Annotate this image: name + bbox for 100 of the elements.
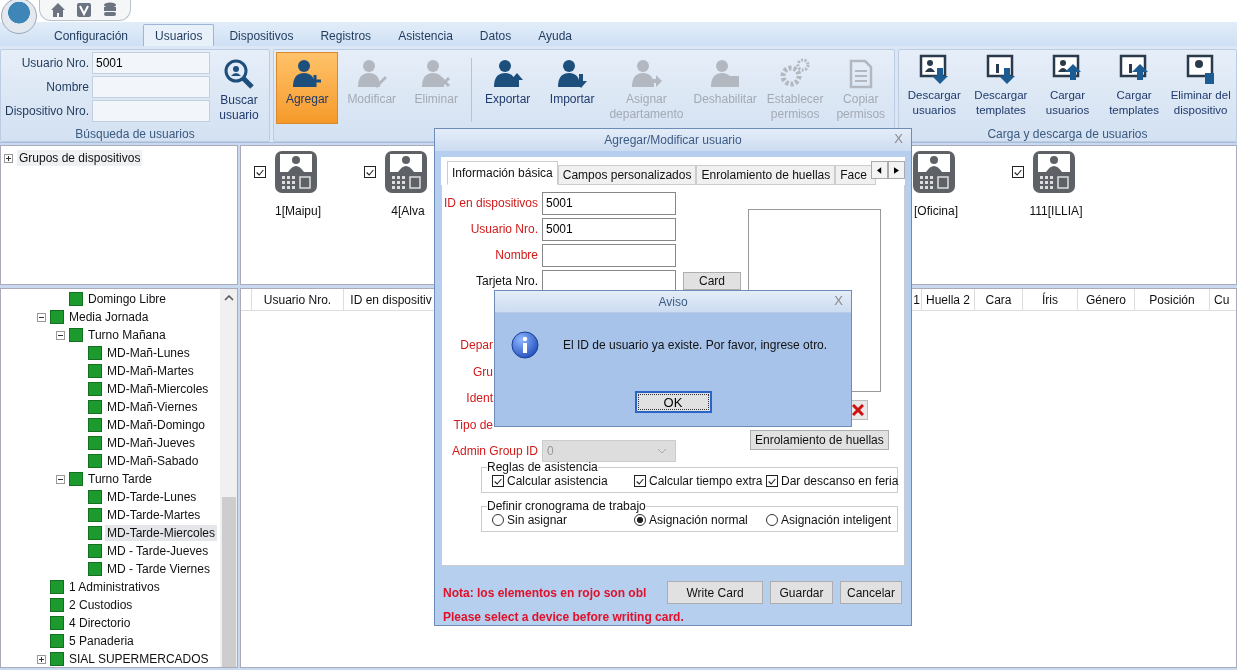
terminal-device-icon[interactable]: [912, 150, 956, 194]
column-header[interactable]: Cu: [1209, 289, 1236, 310]
checkbox[interactable]: [766, 475, 778, 487]
tree-item[interactable]: MD - Tarde Viernes: [105, 561, 212, 577]
dialog-title: Aviso: [658, 294, 688, 309]
terminal-device-icon[interactable]: [274, 150, 318, 194]
tree-item[interactable]: Turno Mañana: [86, 327, 168, 343]
column-header[interactable]: Cara: [974, 289, 1022, 310]
toolbar-button[interactable]: Exportar: [476, 52, 539, 124]
dialog-button[interactable]: Write Card: [667, 581, 763, 604]
tree-item[interactable]: Grupos de dispositivos: [17, 150, 143, 166]
search-field[interactable]: [92, 76, 210, 98]
scroll-left-button[interactable]: [871, 161, 888, 179]
tab[interactable]: Face: [835, 165, 877, 185]
search-field[interactable]: [92, 100, 210, 122]
column-header[interactable]: Género: [1077, 289, 1134, 310]
radio-button[interactable]: [634, 514, 646, 526]
dialog-button[interactable]: Guardar: [770, 581, 833, 604]
tree-item[interactable]: MD-Mañ-Miercoles: [105, 381, 211, 397]
text-field[interactable]: [542, 269, 676, 293]
card-button[interactable]: Card: [683, 272, 741, 290]
tree-item[interactable]: MD-Mañ-Martes: [105, 363, 196, 379]
tree-item[interactable]: MD-Mañ-Jueves: [105, 435, 198, 451]
collapse-toggle[interactable]: [36, 311, 47, 323]
collapse-toggle[interactable]: [55, 473, 66, 485]
tree-item[interactable]: MD-Mañ-Sabado: [105, 453, 201, 469]
department-icon: [88, 526, 102, 540]
dialog-button[interactable]: Cancelar: [840, 581, 902, 604]
checkbox[interactable]: [254, 166, 266, 178]
fingerprint-enrollment-button[interactable]: Enrolamiento de huellas: [750, 430, 889, 450]
text-field[interactable]: 5001: [542, 217, 676, 241]
toolbar-button[interactable]: Eliminar del dispositivo: [1167, 52, 1234, 124]
menu-tab[interactable]: Dispositivos: [217, 24, 306, 46]
toolbar-button[interactable]: Agregar: [276, 52, 339, 124]
tree-item[interactable]: 4 Directorio: [67, 615, 133, 631]
tree-item[interactable]: MD-Tarde-Miercoles: [105, 525, 218, 541]
menu-tab[interactable]: Registros: [308, 24, 384, 46]
gears-icon: [779, 57, 812, 89]
field-label: Nombre: [45, 80, 89, 94]
checkbox[interactable]: [634, 475, 646, 487]
tab[interactable]: Enrolamiento de huellas: [696, 165, 836, 185]
department-icon: [88, 490, 102, 504]
ok-button[interactable]: OK: [634, 391, 712, 413]
search-field[interactable]: 5001: [92, 52, 210, 74]
tab[interactable]: Información básica: [447, 161, 558, 185]
tree-item[interactable]: Domingo Libre: [86, 291, 169, 307]
text-field[interactable]: [542, 243, 676, 267]
checkbox[interactable]: [492, 475, 504, 487]
user-down-arrow-icon: [556, 57, 589, 89]
expand-toggle[interactable]: [36, 653, 47, 665]
tree-item[interactable]: MD - Tarde-Jueves: [105, 543, 211, 559]
radio-button[interactable]: [492, 514, 504, 526]
toolbar-button[interactable]: Descargar usuarios: [901, 52, 968, 124]
menu-tab[interactable]: Ayuda: [526, 24, 584, 46]
expand-toggle[interactable]: [3, 152, 14, 164]
toolbar-button[interactable]: Cargar templates: [1100, 52, 1168, 124]
database-icon[interactable]: [102, 2, 118, 18]
tree-item[interactable]: MD-Tarde-Martes: [105, 507, 203, 523]
tree-item[interactable]: 1 Administrativos: [67, 579, 162, 595]
group-title: Búsqueda de usuarios: [74, 127, 196, 141]
menu-tab[interactable]: Asistencia: [386, 24, 465, 46]
menu-tab[interactable]: Datos: [467, 24, 524, 46]
department-icon: [88, 346, 102, 360]
toolbar-button[interactable]: Importar: [540, 52, 604, 124]
tree-item[interactable]: SIAL SUPERMERCADOS: [67, 651, 211, 667]
toolbar-button[interactable]: Cargar usuarios: [1034, 52, 1101, 124]
scrollbar[interactable]: [220, 289, 237, 667]
department-icon: [50, 598, 64, 612]
terminal-device-icon[interactable]: [1032, 150, 1076, 194]
column-header[interactable]: Usuario Nro.: [251, 289, 343, 310]
column-header[interactable]: Posición: [1134, 289, 1209, 310]
tree-item[interactable]: MD-Mañ-Viernes: [105, 399, 200, 415]
checkbox[interactable]: [1012, 166, 1024, 178]
menu-tab[interactable]: Usuarios: [143, 24, 215, 46]
terminal-device-icon[interactable]: [384, 150, 428, 194]
department-icon: [88, 454, 102, 468]
alert-message: El ID de usuario ya existe. Por favor, ingrese otro.: [563, 338, 828, 352]
tree-item[interactable]: 2 Custodios: [67, 597, 135, 613]
column-header[interactable]: Huella 2: [921, 289, 974, 310]
toolbar-button[interactable]: Descargar templates: [967, 52, 1035, 124]
tab[interactable]: Campos personalizados: [557, 165, 697, 185]
column-header[interactable]: Íris: [1022, 289, 1077, 310]
field-label: ID en dispositivos: [442, 196, 538, 210]
menu-tab[interactable]: Configuración: [42, 24, 141, 46]
tree-item[interactable]: Media Jornada: [67, 309, 151, 325]
tree-item[interactable]: MD-Mañ-Domingo: [105, 417, 208, 433]
collapse-toggle[interactable]: [55, 329, 66, 341]
search-user-button[interactable]: Buscar usuario: [212, 52, 266, 127]
radio-button[interactable]: [766, 514, 778, 526]
tree-item[interactable]: MD-Tarde-Lunes: [105, 489, 199, 505]
tree-item[interactable]: MD-Mañ-Lunes: [105, 345, 192, 361]
checkbox[interactable]: [364, 166, 376, 178]
home-icon[interactable]: [50, 2, 66, 18]
field-label: Usuario Nro.: [469, 222, 538, 236]
text-field[interactable]: 5001: [542, 191, 676, 215]
tree-item[interactable]: 5 Panaderia: [67, 633, 136, 649]
field-label: Usuario Nro.: [20, 56, 89, 70]
tree-item[interactable]: Turno Tarde: [86, 471, 155, 487]
device-label: 111[ILLIA]: [1029, 204, 1083, 218]
scroll-right-button[interactable]: [888, 161, 905, 179]
